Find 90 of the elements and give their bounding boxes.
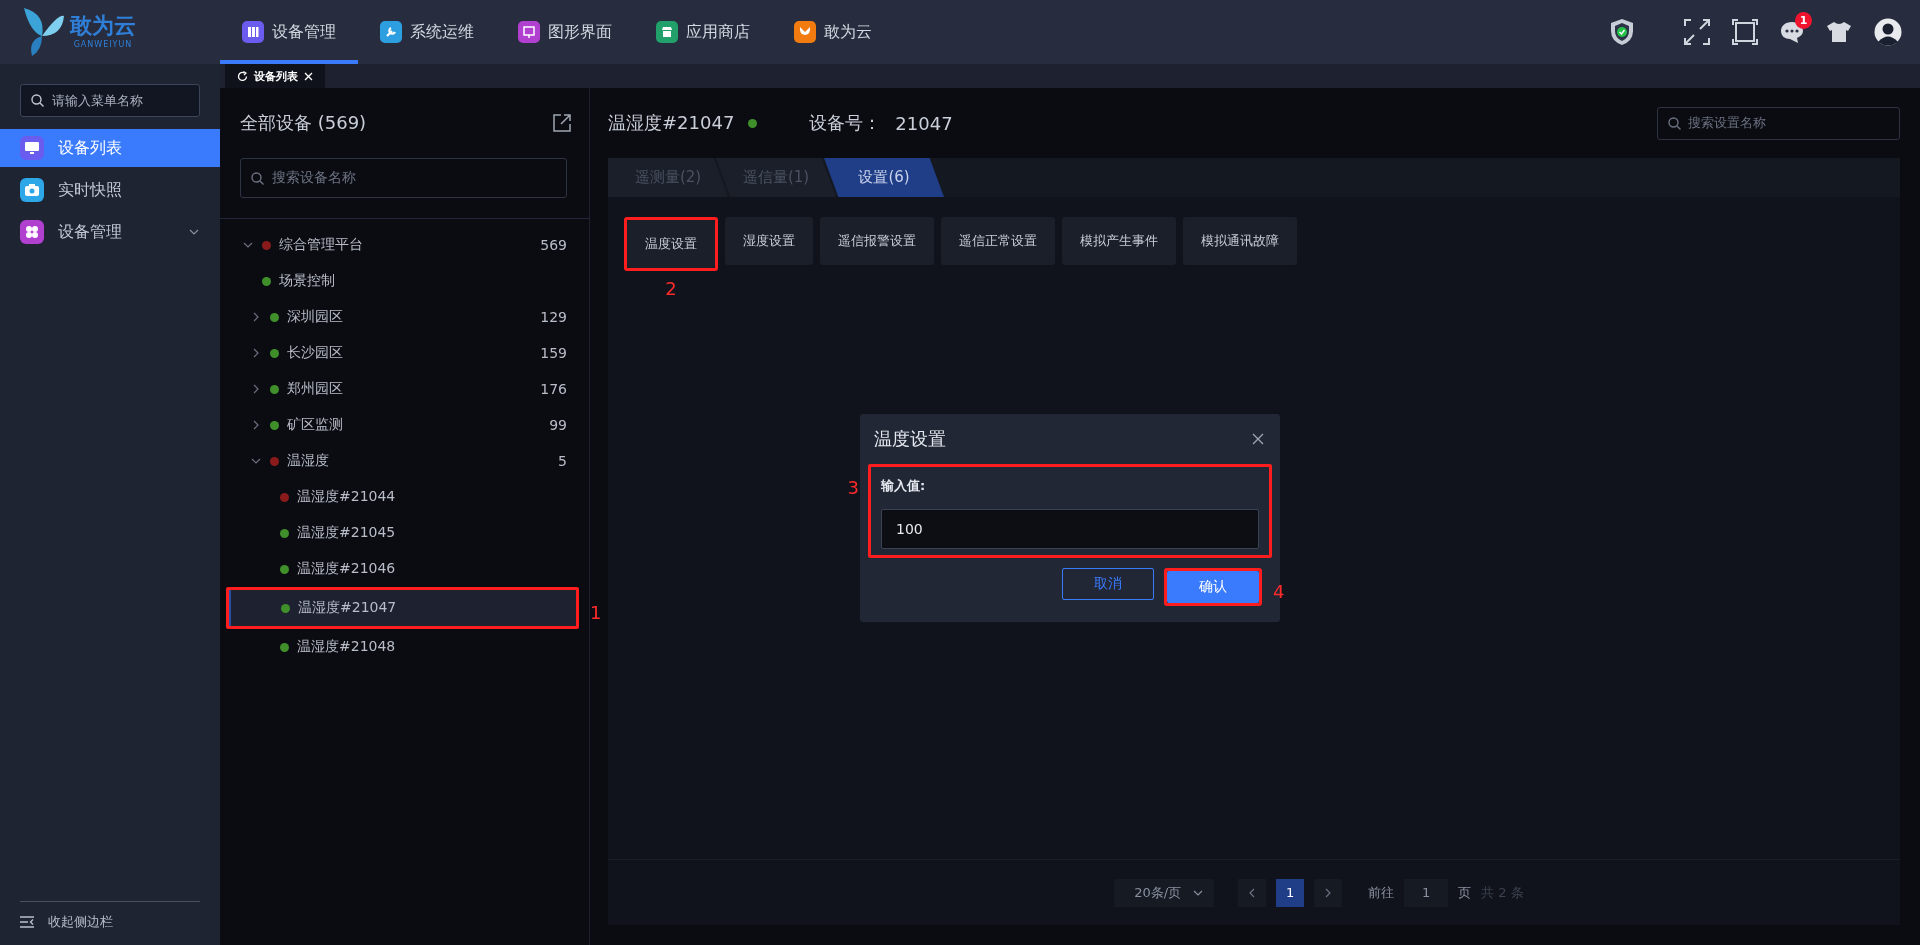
panel-title: 全部设备 (569) <box>240 111 367 135</box>
device-title: 温湿度#21047 <box>608 111 735 135</box>
tree-row[interactable]: 温湿度#21044 <box>220 479 589 515</box>
page-input[interactable]: 1 <box>1404 878 1449 907</box>
tree-label: 郑州园区 <box>287 380 343 398</box>
tree-row[interactable]: 温湿度#21047 <box>229 590 576 626</box>
tree-label: 温湿度#21045 <box>297 524 396 542</box>
refresh-icon <box>237 70 248 82</box>
sidebar-item[interactable]: 设备管理 <box>0 213 220 251</box>
action-button[interactable]: 模拟通讯故障 <box>1183 217 1297 265</box>
sidebar-item[interactable]: 设备列表 <box>0 129 220 167</box>
page-tab[interactable]: 设备列表 <box>225 64 325 88</box>
tree-label: 温湿度#21048 <box>297 638 396 656</box>
annotation-number: 3 <box>847 477 859 498</box>
tree-label: 矿区监测 <box>287 416 343 434</box>
search-icon <box>251 171 264 185</box>
count-label: 159 <box>540 345 567 361</box>
tree-row[interactable]: 郑州园区 176 <box>220 371 589 407</box>
shirt-icon[interactable] <box>1826 21 1852 43</box>
count-label: 5 <box>558 453 567 469</box>
tree-row[interactable]: 温湿度 5 <box>220 443 589 479</box>
search-icon <box>31 94 44 107</box>
action-button[interactable]: 遥信报警设置 <box>820 217 934 265</box>
logo-subtitle: GANWEIYUN <box>73 40 133 49</box>
nav-tab[interactable]: 系统运维 <box>358 0 496 64</box>
notification-badge: 1 <box>1795 12 1812 29</box>
search-icon <box>1668 116 1681 130</box>
tree-row[interactable]: 矿区监测 99 <box>220 407 589 443</box>
dialog-title: 温度设置 <box>874 427 946 451</box>
tab[interactable]: 设置(6) <box>824 158 944 197</box>
cancel-button[interactable]: 取消 <box>1062 568 1154 600</box>
annotation-number: 4 <box>1273 580 1285 602</box>
shield-icon[interactable] <box>1610 18 1634 46</box>
sidebar-item[interactable]: 实时快照 <box>0 171 220 209</box>
tree-label: 温湿度#21047 <box>298 599 397 617</box>
collapse-sidebar-link[interactable]: 收起侧边栏 <box>48 912 113 931</box>
close-icon <box>1252 433 1264 445</box>
tree-label: 温湿度#21046 <box>297 560 396 578</box>
close-button[interactable] <box>1250 431 1266 447</box>
goto-label: 前往 <box>1368 883 1395 902</box>
input-field[interactable]: 100 <box>881 509 1259 549</box>
search-field[interactable]: 请输入菜单名称 <box>20 84 200 117</box>
fullscreen-icon[interactable] <box>1684 19 1710 45</box>
page-number[interactable]: 1 <box>1276 878 1305 907</box>
annotation-number: 1 <box>590 601 602 623</box>
tree-row[interactable]: 温湿度#21048 <box>220 629 589 665</box>
action-button[interactable]: 湿度设置 <box>725 217 813 265</box>
nav-tab[interactable]: 应用商店 <box>634 0 772 64</box>
tree-row[interactable]: 综合管理平台 569 <box>220 227 589 263</box>
export-icon[interactable] <box>553 114 571 132</box>
search-field[interactable]: 搜索设置名称 <box>1657 106 1900 140</box>
store-icon <box>656 21 678 43</box>
field-label: 输入值: <box>881 477 927 495</box>
close-icon[interactable] <box>304 71 313 81</box>
device-number: 21047 <box>895 112 953 134</box>
tree-row[interactable]: 场景控制 <box>220 263 589 299</box>
camera-icon <box>20 178 44 202</box>
action-button[interactable]: 模拟产生事件 <box>1062 217 1176 265</box>
tree-label: 综合管理平台 <box>279 236 363 254</box>
action-button[interactable]: 温度设置 <box>627 220 715 268</box>
page-size-select[interactable]: 20条/页 <box>1114 878 1215 907</box>
count-label: 569 <box>540 237 567 253</box>
action-button[interactable]: 遥信正常设置 <box>941 217 1055 265</box>
count-label: 129 <box>540 309 567 325</box>
tree-label: 温湿度 <box>287 452 329 470</box>
monitor-icon <box>20 136 44 160</box>
collapse-icon[interactable] <box>20 915 34 928</box>
nav-tab[interactable]: 敢为云 <box>772 0 894 64</box>
tree-label: 温湿度#21044 <box>297 488 396 506</box>
columns-icon <box>242 21 264 43</box>
field-label: 设备号： <box>809 111 882 135</box>
tree-row[interactable]: 温湿度#21046 <box>220 551 589 587</box>
tree-row[interactable]: 长沙园区 159 <box>220 335 589 371</box>
tree-label: 长沙园区 <box>287 344 343 362</box>
avatar-icon[interactable] <box>1874 18 1902 46</box>
tree-label: 深圳园区 <box>287 308 343 326</box>
tree-label: 场景控制 <box>279 272 335 290</box>
tree-row[interactable]: 温湿度#21045 <box>220 515 589 551</box>
annotation-number: 2 <box>665 278 677 299</box>
page-unit-label: 页 <box>1458 883 1472 902</box>
count-label: 99 <box>549 417 567 433</box>
logo-text: 敢为云 <box>70 15 136 37</box>
monitor-icon <box>518 21 540 43</box>
count-label: 176 <box>540 381 567 397</box>
grid-icon <box>20 220 44 244</box>
search-field[interactable]: 搜索设备名称 <box>240 158 567 198</box>
tree-row[interactable]: 深圳园区 129 <box>220 299 589 335</box>
frame-icon[interactable] <box>1732 19 1758 45</box>
nav-tab[interactable]: 图形界面 <box>496 0 634 64</box>
confirm-button[interactable]: 确认 <box>1167 571 1259 603</box>
